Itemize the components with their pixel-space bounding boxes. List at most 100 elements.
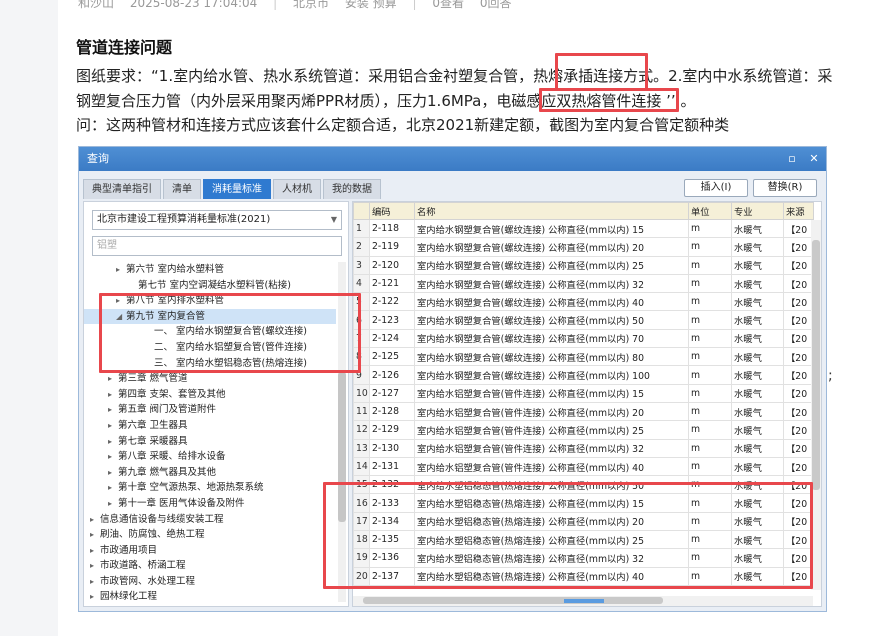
author-name[interactable]: 和沙山	[78, 0, 114, 10]
table-cell[interactable]: m	[688, 310, 732, 330]
expand-arrow-icon[interactable]: ▸	[90, 558, 100, 574]
table-cell[interactable]: m	[688, 347, 732, 367]
table-row[interactable]: 3 2-120 室内给水钢塑复合管(螺纹连接) 公称直径(mm以内) 25 m 水暖气【…	[353, 255, 814, 275]
column-header[interactable]: 来源	[783, 202, 814, 220]
table-cell[interactable]: m	[688, 218, 732, 239]
tree-node[interactable]: ▸ 第六节 室内给水塑料管	[84, 262, 336, 278]
table-cell[interactable]: 室内给水钢塑复合管(螺纹连接) 公称直径(mm以内) 40	[414, 292, 689, 312]
table-cell[interactable]: 水暖气	[731, 347, 784, 367]
table-cell[interactable]: 水暖气	[731, 383, 784, 403]
table-cell[interactable]: 1	[353, 218, 370, 239]
expand-arrow-icon[interactable]: ▸	[108, 402, 118, 418]
table-cell[interactable]: m	[688, 273, 732, 294]
table-cell[interactable]: 2-121	[369, 273, 415, 294]
table-cell[interactable]: 2-131	[369, 456, 415, 477]
table-cell[interactable]: 室内给水钢塑复合管(螺纹连接) 公称直径(mm以内) 70	[414, 328, 689, 349]
table-cell[interactable]: 13	[353, 438, 370, 458]
table-cell[interactable]: m	[688, 292, 732, 312]
column-header[interactable]: 单位	[688, 202, 732, 220]
table-cell[interactable]: 【20	[783, 218, 814, 239]
tab-bill[interactable]: 清单	[163, 179, 201, 199]
table-cell[interactable]: 水暖气	[731, 456, 784, 477]
post-category[interactable]: 安装 预算	[345, 0, 397, 10]
expand-arrow-icon[interactable]: ▸	[108, 449, 118, 465]
table-cell[interactable]: m	[688, 456, 732, 477]
tree-node[interactable]: ▸ 第十章 空气源热泵、地源热泵系统	[84, 480, 336, 496]
table-cell[interactable]: m	[688, 255, 732, 275]
table-cell[interactable]: 2-124	[369, 328, 415, 349]
table-cell[interactable]: m	[688, 383, 732, 403]
table-row[interactable]: 10 2-127 室内给水铝塑复合管(管件连接) 公称直径(mm以内) 15 m 水暖气…	[353, 383, 814, 403]
table-cell[interactable]: 室内给水钢塑复合管(螺纹连接) 公称直径(mm以内) 25	[414, 255, 689, 275]
table-cell[interactable]: 室内给水钢塑复合管(螺纹连接) 公称直径(mm以内) 100	[414, 365, 689, 385]
table-cell[interactable]: 2-122	[369, 292, 415, 312]
table-cell[interactable]: m	[688, 365, 732, 385]
tree-node[interactable]: ▸ 第五章 阀门及管道附件	[84, 402, 336, 418]
table-cell[interactable]: 室内给水钢塑复合管(螺纹连接) 公称直径(mm以内) 50	[414, 310, 689, 330]
maximize-icon[interactable]: ▫	[786, 147, 798, 171]
tab-my-data[interactable]: 我的数据	[323, 179, 381, 199]
table-cell[interactable]: 水暖气	[731, 310, 784, 330]
table-cell[interactable]: 【20	[783, 347, 814, 367]
splitter-handle[interactable]	[349, 599, 829, 605]
table-cell[interactable]: 【20	[783, 438, 814, 458]
tree-node[interactable]: ▸ 第七章 采暖器具	[84, 434, 336, 450]
table-row[interactable]: 2 2-119 室内给水钢塑复合管(螺纹连接) 公称直径(mm以内) 20 m 水暖气【…	[353, 237, 814, 257]
table-cell[interactable]: 室内给水钢塑复合管(螺纹连接) 公称直径(mm以内) 80	[414, 347, 689, 367]
insert-button[interactable]: 插入(I)	[684, 179, 748, 197]
expand-arrow-icon[interactable]: ▸	[90, 574, 100, 590]
column-header[interactable]: 专业	[731, 202, 784, 220]
table-cell[interactable]: 室内给水铝塑复合管(管件连接) 公称直径(mm以内) 20	[414, 401, 689, 422]
table-cell[interactable]: 【20	[783, 255, 814, 275]
table-row[interactable]: 1 2-118 室内给水钢塑复合管(螺纹连接) 公称直径(mm以内) 15 m 水暖气【…	[353, 218, 814, 239]
tree-node[interactable]: ▸ 第十一章 医用气体设备及附件	[84, 496, 336, 512]
table-cell[interactable]: 【20	[783, 237, 814, 257]
table-cell[interactable]: 水暖气	[731, 273, 784, 294]
expand-arrow-icon[interactable]: ▸	[108, 434, 118, 450]
tree-node[interactable]: ▸ 市政道路、桥涵工程	[84, 558, 336, 574]
table-cell[interactable]: 11	[353, 401, 370, 422]
tree-node[interactable]: ▸ 第四章 支架、套管及其他	[84, 387, 336, 403]
table-cell[interactable]: 【20	[783, 292, 814, 312]
column-header[interactable]: 编码	[369, 202, 415, 220]
table-cell[interactable]: m	[688, 237, 732, 257]
table-cell[interactable]: 室内给水铝塑复合管(管件连接) 公称直径(mm以内) 25	[414, 420, 689, 440]
table-row[interactable]: 14 2-131 室内给水铝塑复合管(管件连接) 公称直径(mm以内) 40 m 水暖气…	[353, 456, 814, 477]
table-cell[interactable]: 【20	[783, 420, 814, 440]
standard-select[interactable]: 北京市建设工程预算消耗量标准(2021) ▼	[92, 210, 342, 230]
table-cell[interactable]: m	[688, 328, 732, 349]
table-cell[interactable]: 水暖气	[731, 292, 784, 312]
expand-arrow-icon[interactable]: ▸	[108, 371, 118, 387]
expand-arrow-icon[interactable]: ▸	[90, 543, 100, 559]
splitter-grip[interactable]	[564, 599, 604, 603]
table-cell[interactable]: 水暖气	[731, 365, 784, 385]
tree-node[interactable]: ▸ 第九章 燃气器具及其他	[84, 465, 336, 481]
tab-materials[interactable]: 人材机	[273, 179, 321, 199]
table-cell[interactable]: 2-129	[369, 420, 415, 440]
table-cell[interactable]: 水暖气	[731, 401, 784, 422]
tree-node[interactable]: ▸ 园林绿化工程	[84, 589, 336, 605]
expand-arrow-icon[interactable]: ▸	[90, 512, 100, 528]
table-cell[interactable]: 【20	[783, 365, 814, 385]
table-row[interactable]: 7 2-124 室内给水钢塑复合管(螺纹连接) 公称直径(mm以内) 70 m 水暖气【…	[353, 328, 814, 349]
close-icon[interactable]: ✕	[808, 147, 820, 171]
expand-arrow-icon[interactable]: ▸	[116, 262, 126, 278]
table-cell[interactable]: 2-125	[369, 347, 415, 367]
tree-node[interactable]: ▸ 市政管网、水处理工程	[84, 574, 336, 590]
table-cell[interactable]: 【20	[783, 273, 814, 294]
table-cell[interactable]: 室内给水铝塑复合管(管件连接) 公称直径(mm以内) 32	[414, 438, 689, 458]
table-cell[interactable]: 室内给水钢塑复合管(螺纹连接) 公称直径(mm以内) 20	[414, 237, 689, 257]
expand-arrow-icon[interactable]: ▸	[90, 527, 100, 543]
expand-arrow-icon[interactable]: ▸	[108, 480, 118, 496]
table-cell[interactable]: 室内给水钢塑复合管(螺纹连接) 公称直径(mm以内) 15	[414, 218, 689, 239]
table-cell[interactable]: 2-118	[369, 218, 415, 239]
table-cell[interactable]: 2-126	[369, 365, 415, 385]
tab-typical-bill[interactable]: 典型清单指引	[83, 179, 161, 199]
table-cell[interactable]: m	[688, 401, 732, 422]
table-cell[interactable]: 2	[353, 237, 370, 257]
table-cell[interactable]: 2-128	[369, 401, 415, 422]
table-cell[interactable]: m	[688, 438, 732, 458]
expand-arrow-icon[interactable]: ▸	[108, 387, 118, 403]
table-cell[interactable]: 【20	[783, 310, 814, 330]
tree-node[interactable]: ▸ 第八章 采暖、给排水设备	[84, 449, 336, 465]
